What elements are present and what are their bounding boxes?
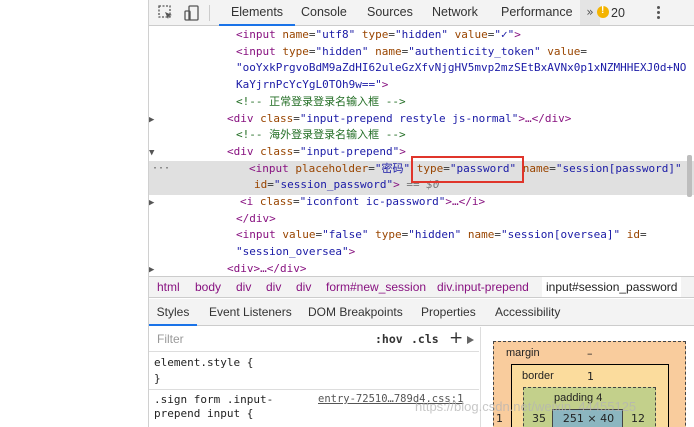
breadcrumb-item[interactable]: div.input-prepend [437,277,529,297]
devtools-panel: Elements Console Sources Network Perform… [148,0,694,427]
toggle-sidebar-icon[interactable] [467,336,474,344]
border-value[interactable]: 1 [587,370,594,383]
dom-tree[interactable]: ··· <input name="utf8" type="hidden" val… [149,27,694,274]
rule-selector[interactable]: .sign form .input- [154,393,273,406]
kebab-menu-icon[interactable] [652,5,664,21]
dom-line[interactable]: KaYjrnPcYcYgL0TOh9w=="> [149,77,694,94]
breadcrumb-item[interactable]: form#new_session [326,277,426,297]
dom-line-collapsed[interactable]: ▶ <i class="iconfont ic-password">…</i> [149,194,694,211]
new-style-rule-button[interactable]: + [449,328,463,348]
margin-value[interactable]: – [587,347,593,360]
dom-line[interactable]: <input name="utf8" type="hidden" value="… [149,27,694,44]
box-model-margin: margin – 1 border 1 padding 4 35 12 251 … [493,341,686,427]
class-toggle-button[interactable]: .cls [411,332,439,346]
breadcrumb-item-selected[interactable]: input#session_password [542,277,682,297]
dom-tree-scrollbar[interactable] [687,155,692,197]
watermark: https://blog.csdn.net/weixin_44455125 [415,399,637,414]
toolbar-separator [209,5,210,21]
dom-line[interactable]: </div> [149,211,694,228]
dom-line[interactable]: "session_oversea"> [149,244,694,261]
hover-state-button[interactable]: :hov [375,332,403,346]
sidebar-tabs: Styles Event Listeners DOM Breakpoints P… [149,299,694,326]
styles-filter-input[interactable]: Filter [157,332,363,348]
border-label: border [522,370,554,382]
box-model-border: border 1 padding 4 35 12 251 × 40 [511,364,669,427]
dom-comment[interactable]: <!-- 海外登录登录名输入框 --> [149,127,694,144]
tab-performance[interactable]: Performance [501,0,573,26]
margin-label: margin [506,347,540,359]
breadcrumb-item[interactable]: div [236,277,251,297]
tab-elements[interactable]: Elements [219,0,295,26]
tab-event-listeners[interactable]: Event Listeners [209,299,292,326]
rule-selector-cont[interactable]: prepend input { [154,407,253,420]
breadcrumb: html body div div div form#new_session d… [149,276,694,298]
dom-line-collapsed[interactable]: ▶ <div>…</div> [149,261,694,274]
dom-line[interactable]: <input type="hidden" name="authenticity_… [149,44,694,61]
styles-filter-bar: Filter :hov .cls + [149,327,479,352]
element-style-selector[interactable]: element.style { [154,356,253,369]
tab-network[interactable]: Network [432,0,478,26]
tab-dom-breakpoints[interactable]: DOM Breakpoints [308,299,403,326]
warning-icon [597,5,609,18]
tab-styles[interactable]: Styles [149,299,197,326]
dom-comment[interactable]: <!-- 正常登录登录名输入框 --> [149,94,694,111]
warnings-badge[interactable]: 20 [597,5,625,20]
rule-divider [149,389,479,390]
tab-properties[interactable]: Properties [421,299,476,326]
breadcrumb-item[interactable]: div [296,277,311,297]
warnings-count: 20 [611,6,625,20]
breadcrumb-item[interactable]: div [266,277,281,297]
inspect-element-icon[interactable] [157,4,175,22]
dom-line[interactable]: <input value="false" type="hidden" name=… [149,227,694,244]
annotation-highlight-box [411,156,524,183]
device-toolbar-icon[interactable] [183,4,201,22]
breadcrumb-item[interactable]: html [157,277,180,297]
page-viewport-strip [0,0,148,427]
breadcrumb-item[interactable]: body [195,277,221,297]
dom-line[interactable]: "ooYxkPrgvoBdM9aZdHI62uleGzXfvNjgHV5mvp2… [149,60,694,77]
tab-sources[interactable]: Sources [367,0,413,26]
devtools-toolbar: Elements Console Sources Network Perform… [149,0,694,26]
dom-line-collapsed[interactable]: ▶ <div class="input-prepend restyle js-no… [149,111,694,128]
element-style-close: } [154,372,161,385]
tab-console[interactable]: Console [301,0,347,26]
tab-accessibility[interactable]: Accessibility [495,299,560,326]
